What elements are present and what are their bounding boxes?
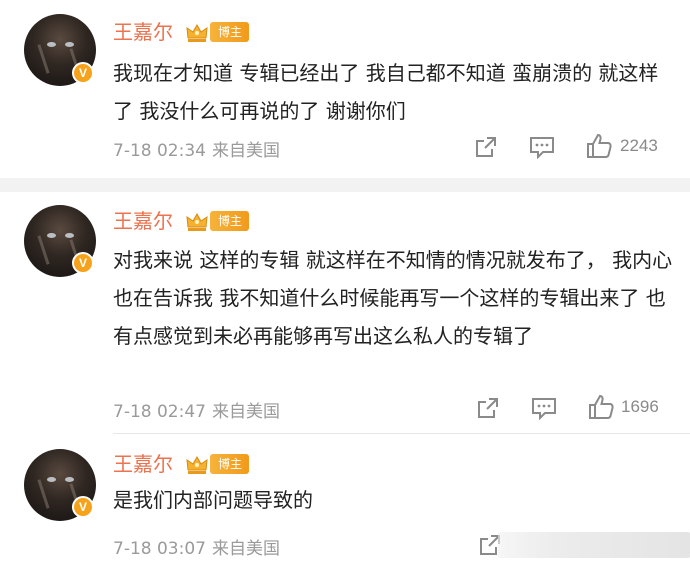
comment-item: V 王嘉尔 博主 对我来说 这样的专辑 就这样在不知情的情况就发布了， 我内心也… (0, 192, 690, 434)
verified-badge-icon: V (72, 62, 94, 84)
timestamp: 7-18 02:47 (113, 402, 206, 422)
timestamp: 7-18 03:07 (113, 539, 206, 559)
comment-text: 对我来说 这样的专辑 就这样在不知情的情况就发布了， 我内心也在告诉我 我不知道… (113, 248, 673, 348)
blurred-overlay (498, 532, 690, 558)
comment-meta: 7-18 02:47 来自美国 (113, 397, 280, 422)
comment-icon[interactable] (529, 135, 555, 159)
comment-icon[interactable] (531, 396, 557, 420)
like-count: 1696 (621, 397, 659, 416)
verified-badge-icon: V (72, 496, 94, 518)
author-tag: 博主 (210, 211, 250, 231)
username[interactable]: 王嘉尔 (113, 19, 173, 45)
crown-icon (186, 455, 208, 474)
timestamp: 7-18 02:34 (113, 141, 206, 161)
thumbs-up-icon[interactable] (587, 393, 615, 421)
thumbs-up-icon[interactable] (585, 132, 613, 160)
comment-text: 我现在才知道 专辑已经出了 我自己都不知道 蛮崩溃的 就这样了 我没什么可再说的… (113, 61, 659, 123)
author-tag: 博主 (210, 454, 250, 474)
username[interactable]: 王嘉尔 (113, 451, 173, 477)
verified-badge-icon: V (72, 252, 94, 274)
location: 来自美国 (211, 539, 280, 559)
crown-icon (186, 212, 208, 231)
location: 来自美国 (211, 402, 280, 422)
comment-item: V 王嘉尔 博主 我现在才知道 专辑已经出了 我自己都不知道 蛮崩溃的 就这样了… (0, 0, 690, 178)
crown-icon (186, 23, 208, 42)
comment-meta: 7-18 02:34 来自美国 (113, 136, 280, 161)
author-tag: 博主 (210, 22, 250, 42)
username[interactable]: 王嘉尔 (113, 208, 173, 234)
location: 来自美国 (211, 141, 280, 161)
share-icon[interactable] (476, 396, 500, 420)
comment-text: 是我们内部问题导致的 (113, 488, 313, 512)
like-count: 2243 (620, 136, 658, 155)
comment-meta: 7-18 03:07 来自美国 (113, 534, 280, 559)
section-divider (0, 178, 690, 192)
share-icon[interactable] (474, 135, 498, 159)
